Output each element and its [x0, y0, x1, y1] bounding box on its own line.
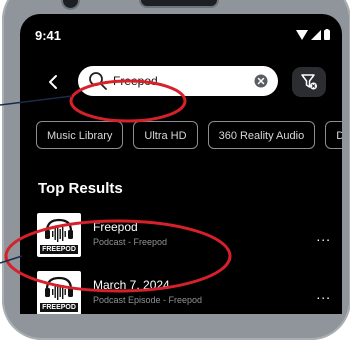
search-icon: [88, 71, 108, 91]
thumbnail-label: FREEPOD: [40, 303, 78, 312]
filter-icon: [301, 74, 317, 90]
result-subtitle: Podcast Episode - Freepod: [93, 295, 203, 305]
result-title: Freepod: [93, 220, 138, 234]
chip-360-reality-audio[interactable]: 360 Reality Audio: [207, 121, 316, 149]
section-title: Top Results: [38, 180, 123, 197]
more-icon[interactable]: ...: [316, 228, 331, 244]
chip-ultra-hd[interactable]: Ultra HD: [133, 121, 198, 149]
back-arrow-icon[interactable]: [44, 72, 64, 92]
clear-icon[interactable]: [254, 74, 268, 88]
status-icons: [296, 27, 330, 45]
search-query-text: Freepod: [113, 74, 158, 88]
more-icon[interactable]: ...: [316, 286, 331, 302]
signal-icon: [311, 27, 321, 45]
podcast-thumbnail: FREEPOD: [37, 271, 81, 314]
search-input[interactable]: Freepod: [78, 66, 278, 96]
podcast-thumbnail: FREEPOD: [37, 213, 81, 257]
podcast-waveform-icon: [45, 276, 73, 300]
status-time: 9:41: [35, 28, 62, 43]
chip-music-library[interactable]: Music Library: [36, 121, 124, 149]
result-subtitle: Podcast - Freepod: [93, 237, 168, 247]
podcast-waveform-icon: [45, 218, 73, 242]
result-title: March 7, 2024: [93, 278, 170, 292]
battery-icon: [324, 27, 330, 45]
front-camera: [63, 0, 78, 8]
thumbnail-label: FREEPOD: [40, 245, 78, 254]
chip-dolby[interactable]: Dolby: [325, 121, 342, 149]
result-item[interactable]: FREEPOD March 7, 2024 Podcast Episode - …: [37, 271, 337, 314]
phone-frame: 9:41 Freepod Music Library Ultra HD 360 …: [2, 0, 350, 340]
app-screen: 9:41 Freepod Music Library Ultra HD 360 …: [20, 14, 342, 314]
filter-chips: Music Library Ultra HD 360 Reality Audio…: [36, 121, 342, 149]
filter-button[interactable]: [292, 67, 326, 97]
speaker-grille: [141, 0, 217, 6]
wifi-icon: [296, 27, 308, 45]
result-item[interactable]: FREEPOD Freepod Podcast - Freepod ...: [37, 213, 337, 261]
